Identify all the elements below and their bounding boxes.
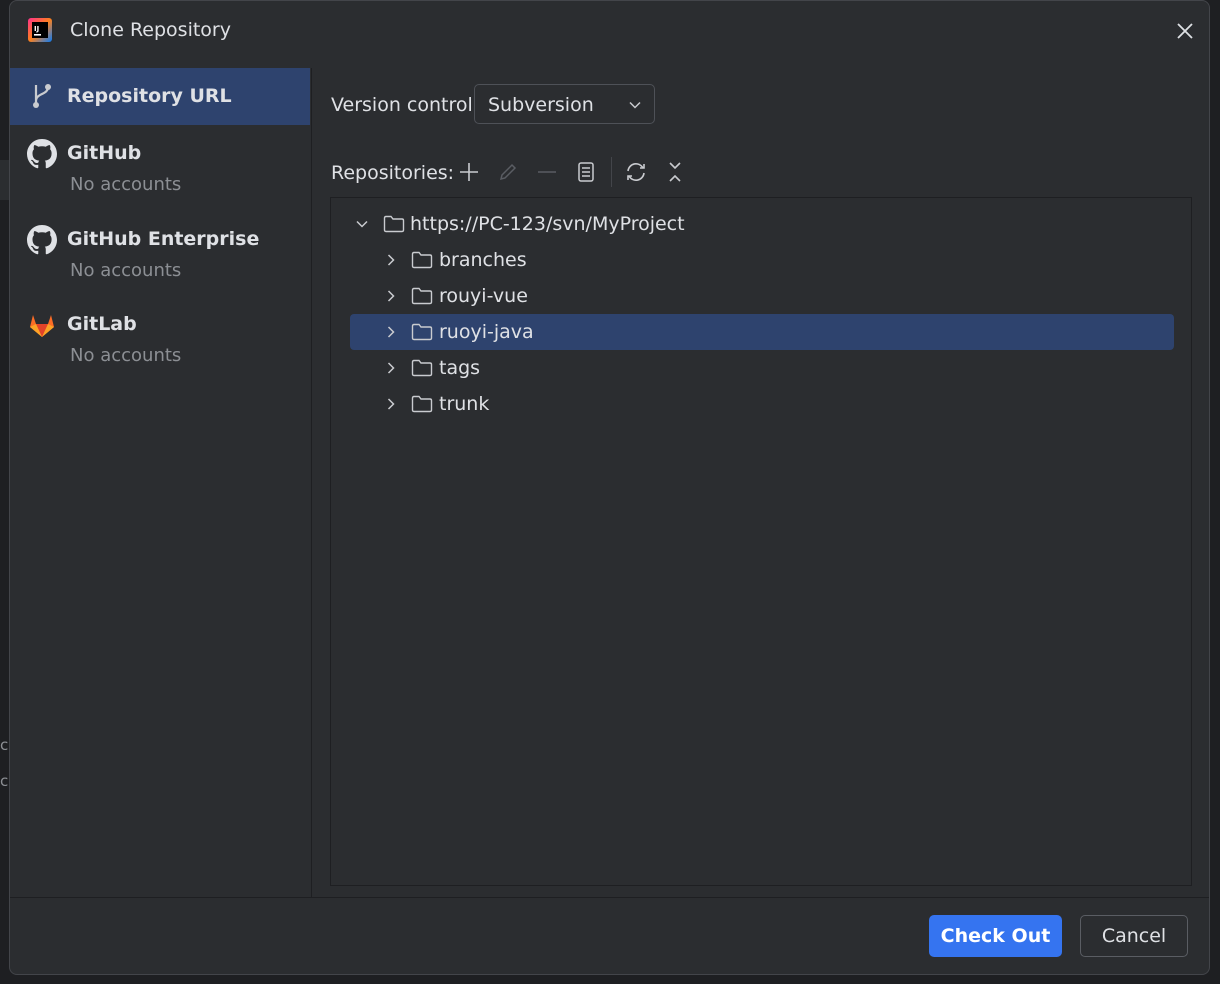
folder-icon: [383, 215, 405, 233]
tree-node-label: https://PC-123/svn/MyProject: [410, 213, 685, 235]
tree-row-root[interactable]: https://PC-123/svn/MyProject: [331, 206, 1191, 242]
sidebar-item-github-enterprise[interactable]: GitHub Enterprise No accounts: [10, 212, 310, 292]
tree-node-label: ruoyi-java: [439, 321, 534, 343]
tree-row[interactable]: trunk: [331, 386, 1191, 422]
version-control-label: Version control:: [331, 94, 480, 116]
chevron-down-icon[interactable]: [355, 217, 369, 231]
dialog-title: Clone Repository: [70, 19, 231, 41]
tree-node-label: branches: [439, 249, 527, 271]
intellij-logo-icon: IJ: [28, 18, 52, 42]
folder-icon: [411, 323, 433, 341]
github-icon: [27, 139, 57, 169]
background-text: c: [0, 736, 9, 754]
tree-node-label: tags: [439, 357, 481, 379]
chevron-right-icon[interactable]: [384, 289, 398, 303]
sidebar-item-label: GitHub Enterprise: [67, 228, 260, 250]
clone-repository-dialog: IJ Clone Repository Repository URL GitHu…: [9, 0, 1210, 975]
tree-row[interactable]: rouyi-vue: [331, 278, 1191, 314]
add-icon[interactable]: [455, 158, 483, 186]
github-icon: [27, 225, 57, 255]
chevron-right-icon[interactable]: [384, 325, 398, 339]
repositories-label: Repositories:: [331, 162, 455, 184]
tree-row[interactable]: tags: [331, 350, 1191, 386]
sidebar-item-label: GitHub: [67, 142, 142, 164]
edit-icon[interactable]: [494, 158, 522, 186]
account-status: No accounts: [70, 345, 182, 366]
account-status: No accounts: [70, 174, 182, 195]
sidebar-item-gitlab[interactable]: GitLab No accounts: [10, 297, 310, 377]
remove-icon[interactable]: [533, 158, 561, 186]
cancel-button[interactable]: Cancel: [1080, 915, 1188, 957]
folder-icon: [411, 251, 433, 269]
sidebar-item-github[interactable]: GitHub No accounts: [10, 126, 310, 206]
repository-tree: https://PC-123/svn/MyProject branches ro…: [330, 197, 1192, 886]
sidebar-item-label: Repository URL: [67, 85, 232, 107]
chevron-right-icon[interactable]: [384, 253, 398, 267]
tree-row-selected[interactable]: ruoyi-java: [350, 314, 1174, 350]
background-text: c: [0, 772, 9, 790]
tree-node-label: trunk: [439, 393, 490, 415]
chevron-down-icon: [629, 101, 641, 109]
vcs-branch-icon: [33, 84, 51, 108]
tree-node-label: rouyi-vue: [439, 285, 528, 307]
version-control-dropdown[interactable]: Subversion: [474, 84, 655, 124]
close-icon[interactable]: [1171, 17, 1199, 45]
dialog-footer: Check Out Cancel: [10, 897, 1209, 974]
sidebar-item-repository-url[interactable]: Repository URL: [10, 68, 310, 125]
details-icon[interactable]: [572, 158, 600, 186]
version-control-value: Subversion: [488, 94, 594, 116]
chevron-right-icon[interactable]: [384, 361, 398, 375]
toolbar-separator: [611, 157, 612, 187]
folder-icon: [411, 395, 433, 413]
sidebar-item-label: GitLab: [67, 313, 137, 335]
check-out-button[interactable]: Check Out: [929, 915, 1062, 957]
folder-icon: [411, 287, 433, 305]
clone-source-sidebar: Repository URL GitHub No accounts GitHub…: [10, 68, 312, 898]
tree-row[interactable]: branches: [331, 242, 1191, 278]
account-status: No accounts: [70, 260, 182, 281]
clone-settings-panel: Version control: Subversion Repositories…: [312, 61, 1209, 898]
title-bar: IJ Clone Repository: [10, 1, 1209, 61]
svg-text:IJ: IJ: [34, 25, 39, 33]
gitlab-icon: [30, 315, 54, 337]
collapse-all-icon[interactable]: [661, 158, 689, 186]
chevron-right-icon[interactable]: [384, 397, 398, 411]
refresh-icon[interactable]: [622, 158, 650, 186]
folder-icon: [411, 359, 433, 377]
